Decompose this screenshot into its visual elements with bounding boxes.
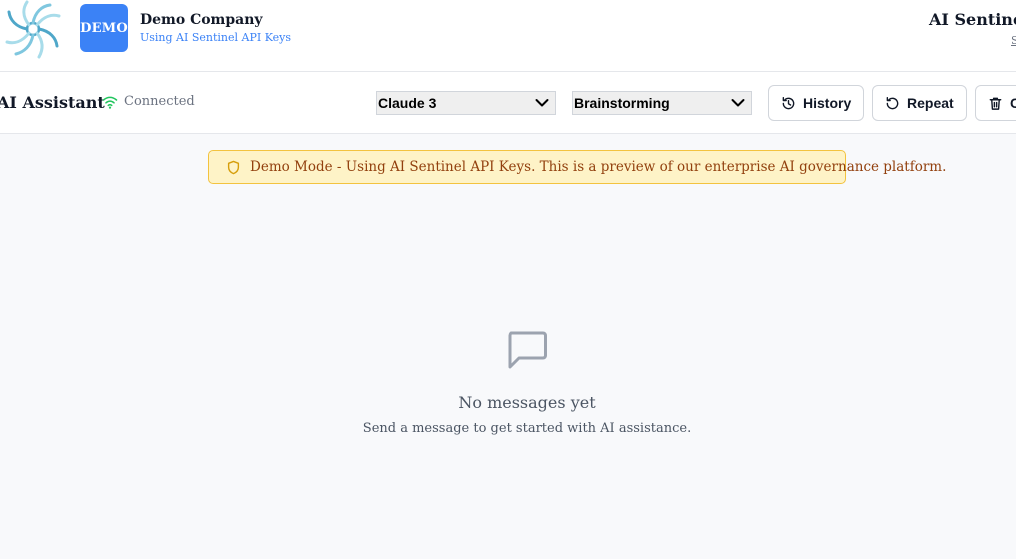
clear-button-label: C: [1010, 95, 1016, 111]
empty-state-title: No messages yet: [458, 393, 596, 412]
model-select[interactable]: Claude 3: [376, 91, 556, 115]
mode-select-value: Brainstorming: [574, 95, 670, 111]
chevron-down-icon: [731, 99, 745, 107]
product-subtitle-link[interactable]: S: [1011, 34, 1016, 47]
clear-button[interactable]: C: [975, 85, 1016, 121]
company-name: Demo Company: [140, 12, 263, 28]
sentinel-logo-icon: [5, 0, 61, 59]
page-title: AI Assistant: [0, 93, 105, 112]
chevron-down-icon: [535, 99, 549, 107]
banner-text: Demo Mode - Using AI Sentinel API Keys. …: [250, 159, 947, 175]
demo-mode-banner: Demo Mode - Using AI Sentinel API Keys. …: [208, 150, 946, 184]
demo-badge: DEMO: [80, 4, 128, 52]
top-header: DEMO Demo Company Using AI Sentinel API …: [0, 0, 1016, 72]
message-square-icon: [508, 331, 547, 369]
repeat-button-label: Repeat: [907, 95, 954, 111]
shield-icon: [227, 160, 240, 174]
product-name: AI Sentinel: [929, 10, 1016, 29]
history-icon: [782, 96, 795, 109]
repeat-button[interactable]: Repeat: [872, 85, 967, 121]
rotate-ccw-icon: [886, 96, 899, 109]
trash-icon: [989, 97, 1002, 110]
chat-toolbar: AI Assistant Connected Claude 3 Brainsto…: [0, 72, 1016, 134]
company-subtitle: Using AI Sentinel API Keys: [140, 31, 291, 44]
empty-state-subtitle: Send a message to get started with AI as…: [362, 421, 692, 436]
connection-status: Connected: [124, 94, 195, 109]
history-button[interactable]: History: [768, 85, 864, 121]
mode-select[interactable]: Brainstorming: [572, 91, 752, 115]
wifi-icon: [102, 96, 118, 109]
history-button-label: History: [803, 95, 852, 111]
model-select-value: Claude 3: [378, 95, 437, 111]
